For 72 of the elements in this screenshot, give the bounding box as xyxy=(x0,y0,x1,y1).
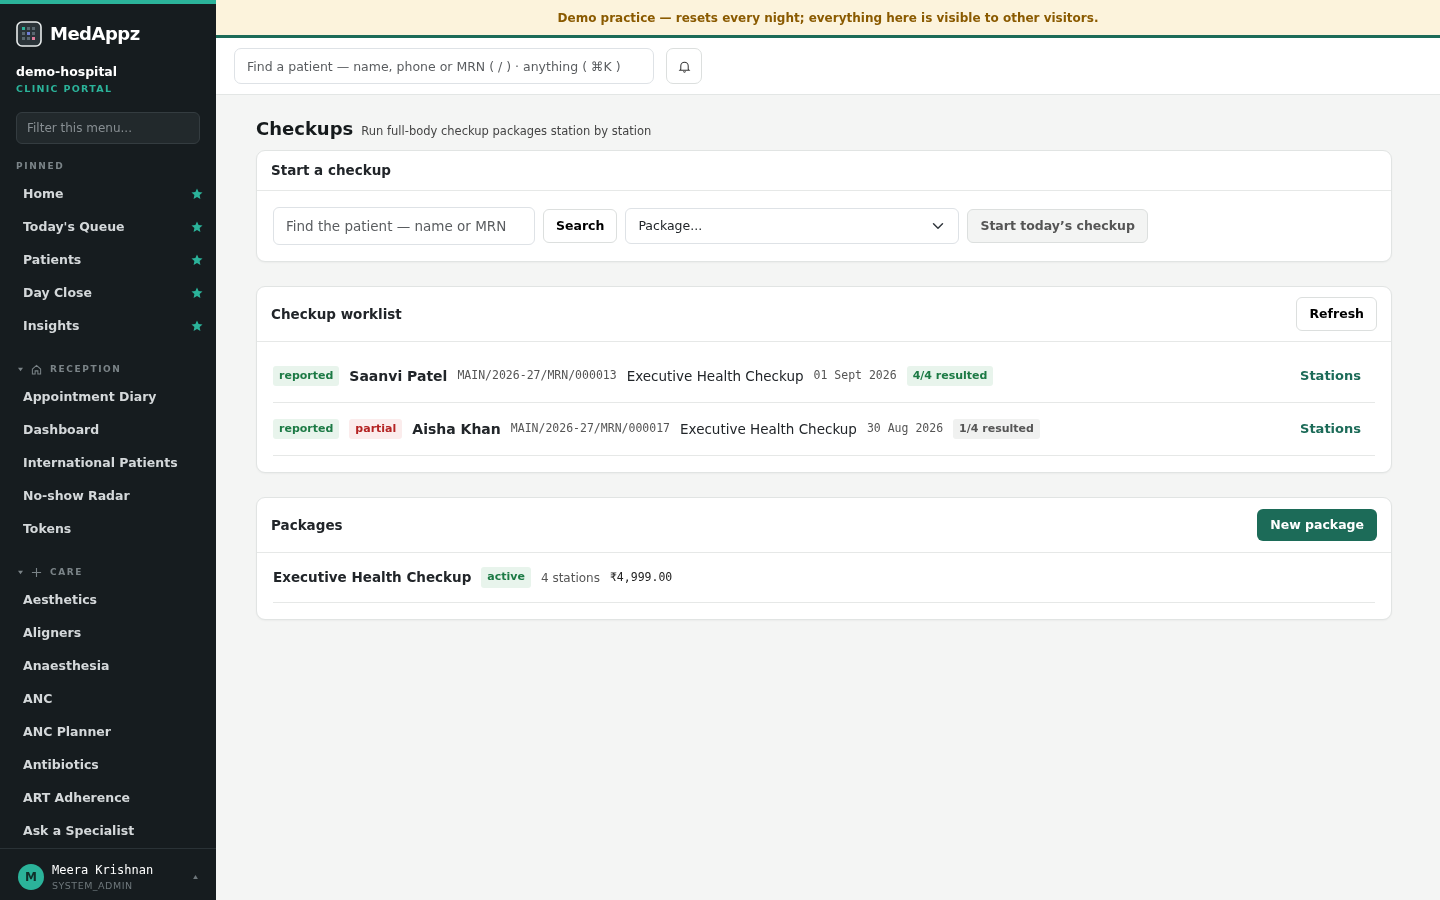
star-icon[interactable] xyxy=(191,188,203,200)
grid-logo-icon xyxy=(16,20,42,47)
brand-name: MedAppz xyxy=(50,22,140,46)
sidebar-item[interactable]: ART Adherence xyxy=(0,781,216,815)
status-tag: reported xyxy=(273,418,340,440)
status-tag: reported xyxy=(273,365,340,387)
sidebar-item[interactable]: Home xyxy=(0,177,216,211)
status-tag: active xyxy=(481,567,531,588)
star-icon[interactable] xyxy=(191,254,203,266)
user-name: Meera Krishnan xyxy=(52,861,154,879)
sidebar-item[interactable]: Tokens xyxy=(0,512,216,546)
filter-field[interactable]: Filter this menu... xyxy=(16,112,200,144)
price-text: ₹4,999.00 xyxy=(609,568,673,586)
caret-icon[interactable] xyxy=(193,874,198,879)
page-subtitle: Run full-body checkup packages station by station xyxy=(361,123,652,140)
package-name: Executive Health Checkup xyxy=(626,366,804,386)
bell-icon xyxy=(677,59,691,73)
status-tag: partial xyxy=(349,418,403,440)
notifications-button[interactable] xyxy=(666,48,702,84)
portal-label: CLINIC PORTAL xyxy=(16,81,114,96)
mrn-text: MAIN/2026-27/MRN/000013 xyxy=(457,367,617,385)
date-text: 30 Aug 2026 xyxy=(866,420,944,438)
star-icon[interactable] xyxy=(191,287,203,299)
sidebar-item[interactable]: Anaesthesia xyxy=(0,649,216,683)
user-role: SYSTEM_ADMIN xyxy=(52,878,134,893)
patient-search-field[interactable]: Find a patient — name, phone or MRN ( / ) · anything ( ⌘K ) xyxy=(234,48,654,84)
page-title: Checkups xyxy=(256,117,354,141)
star-icon[interactable] xyxy=(191,221,203,233)
patient-field[interactable]: Find the patient — name or MRN xyxy=(273,207,535,245)
sidebar-item[interactable]: No-show Radar xyxy=(0,479,216,513)
demo-banner: Demo practice — resets every night; everything here is visible to other visitors. xyxy=(216,0,1440,38)
patient-name[interactable]: Saanvi Patel xyxy=(349,365,448,387)
search-button[interactable]: Search xyxy=(543,208,618,244)
package-name: Executive Health Checkup xyxy=(680,419,857,439)
avatar: M xyxy=(18,863,44,890)
section-heading: PINNED xyxy=(16,160,66,173)
plus-icon xyxy=(31,567,42,578)
progress-tag: 4/4 resulted xyxy=(906,365,994,387)
station-count: 4 stations xyxy=(540,569,600,587)
stations-link[interactable]: Stations xyxy=(1300,419,1375,439)
date-text: 01 Sept 2026 xyxy=(813,367,897,385)
sidebar-item[interactable]: ANC xyxy=(0,682,216,716)
sidebar-item[interactable]: International Patients xyxy=(0,446,216,480)
refresh-button[interactable]: Refresh xyxy=(1296,296,1377,332)
sidebar-item[interactable]: Antibiotics xyxy=(0,748,216,782)
mrn-text: MAIN/2026-27/MRN/000017 xyxy=(510,420,671,438)
sidebar-item[interactable]: Aesthetics xyxy=(0,583,216,617)
card-title: Packages xyxy=(271,515,343,535)
sidebar-item[interactable]: Appointment Diary xyxy=(0,380,216,414)
tenant-name: demo-hospital xyxy=(16,63,119,81)
card-title: Start a checkup xyxy=(271,161,391,181)
house-icon xyxy=(31,364,42,375)
sidebar-item[interactable]: Today's Queue xyxy=(0,210,216,244)
sidebar-item[interactable]: Day Close xyxy=(0,276,216,310)
stations-link[interactable]: Stations xyxy=(1300,366,1375,386)
sidebar-item[interactable]: Insights xyxy=(0,309,216,343)
caret-icon[interactable] xyxy=(18,367,23,372)
star-icon[interactable] xyxy=(191,320,203,332)
new-package-button[interactable]: New package xyxy=(1257,508,1377,542)
sidebar-item[interactable]: Patients xyxy=(0,243,216,277)
sidebar-item[interactable]: Aligners xyxy=(0,616,216,650)
section-heading: RECEPTION xyxy=(50,362,122,376)
sidebar-item[interactable]: ANC Planner xyxy=(0,715,216,749)
section-heading: CARE xyxy=(50,565,84,579)
caret-icon[interactable] xyxy=(18,570,23,575)
package-name[interactable]: Executive Health Checkup xyxy=(273,567,472,588)
card-title: Checkup worklist xyxy=(271,304,402,324)
sidebar-item[interactable]: Dashboard xyxy=(0,413,216,447)
progress-tag: 1/4 resulted xyxy=(953,418,1040,440)
package-select[interactable]: Package... xyxy=(625,208,960,244)
sidebar-item[interactable]: Ask a Specialist xyxy=(0,814,216,848)
patient-name[interactable]: Aisha Khan xyxy=(412,418,501,440)
